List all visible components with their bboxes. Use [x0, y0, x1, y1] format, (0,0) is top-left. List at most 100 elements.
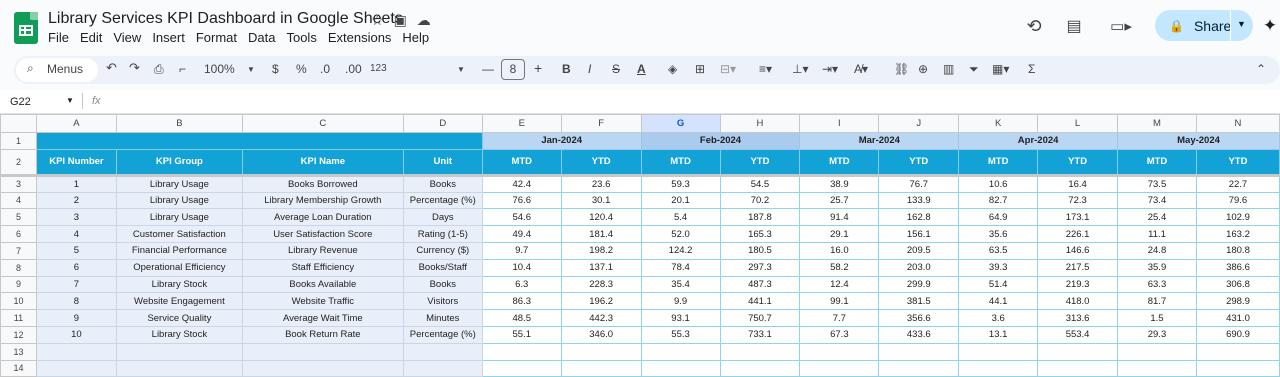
- kpi-name-cell[interactable]: Average Wait Time: [241, 309, 404, 327]
- number-format-button[interactable]: 123: [370, 63, 387, 74]
- empty-cell[interactable]: [560, 342, 642, 361]
- empty-cell[interactable]: [719, 342, 801, 361]
- value-cell[interactable]: 6.3: [481, 275, 562, 294]
- percent-format-button[interactable]: %: [296, 62, 307, 76]
- unit-cell[interactable]: Percentage (%): [402, 325, 483, 344]
- document-title[interactable]: Library Services KPI Dashboard in Google…: [48, 10, 403, 28]
- value-cell[interactable]: 73.4: [1117, 191, 1197, 210]
- kpi-group-cell[interactable]: Library Usage: [115, 191, 243, 210]
- row-header[interactable]: 13: [0, 342, 37, 361]
- unit-cell[interactable]: Minutes: [402, 309, 483, 327]
- value-cell[interactable]: 70.2: [719, 191, 801, 210]
- value-cell[interactable]: 24.8: [1117, 241, 1197, 260]
- empty-cell[interactable]: [560, 359, 642, 377]
- kpi-number-cell[interactable]: 4: [35, 225, 117, 243]
- value-cell[interactable]: 42.4: [481, 174, 562, 193]
- row-header[interactable]: 3: [0, 174, 37, 193]
- value-cell[interactable]: 180.5: [719, 241, 801, 260]
- kpi-number-cell[interactable]: 6: [35, 258, 117, 277]
- empty-cell[interactable]: [1117, 342, 1197, 361]
- value-cell[interactable]: 750.7: [719, 309, 801, 327]
- column-header-h[interactable]: H: [719, 114, 801, 133]
- kpi-name-cell[interactable]: Books Borrowed: [241, 174, 404, 193]
- value-cell[interactable]: 297.3: [719, 258, 801, 277]
- value-cell[interactable]: 91.4: [799, 208, 880, 227]
- kpi-name-cell[interactable]: Book Return Rate: [241, 325, 404, 344]
- menu-help[interactable]: Help: [402, 30, 429, 45]
- column-header-c[interactable]: C: [241, 114, 404, 133]
- value-cell[interactable]: 228.3: [560, 275, 642, 294]
- empty-cell[interactable]: [878, 359, 960, 377]
- kpi-number-cell[interactable]: 7: [35, 275, 117, 294]
- value-cell[interactable]: 9.7: [481, 241, 562, 260]
- kpi-group-cell[interactable]: Customer Satisfaction: [115, 225, 243, 243]
- share-dropdown-icon[interactable]: ▼: [1237, 19, 1246, 29]
- month-header-1[interactable]: Jan-2024: [481, 132, 642, 150]
- value-cell[interactable]: 441.1: [719, 292, 801, 311]
- column-header-f[interactable]: F: [560, 114, 642, 133]
- value-cell[interactable]: 165.3: [719, 225, 801, 243]
- row-header[interactable]: 4: [0, 191, 37, 210]
- bold-icon[interactable]: B: [562, 62, 571, 76]
- comments-icon[interactable]: ▤: [1058, 10, 1090, 42]
- kpi-name-cell[interactable]: Books Available: [241, 275, 404, 294]
- value-cell[interactable]: 54.6: [481, 208, 562, 227]
- horizontal-align-icon[interactable]: ≡▾: [759, 62, 772, 76]
- value-cell[interactable]: 23.6: [560, 174, 642, 193]
- value-cell[interactable]: 81.7: [1117, 292, 1197, 311]
- menu-view[interactable]: View: [113, 30, 141, 45]
- menu-file[interactable]: File: [48, 30, 69, 45]
- header-kpi-name[interactable]: KPI Name: [241, 148, 404, 177]
- kpi-group-cell[interactable]: Service Quality: [115, 309, 243, 327]
- unit-cell[interactable]: Percentage (%): [402, 191, 483, 210]
- empty-cell[interactable]: [1037, 342, 1119, 361]
- filter-icon[interactable]: ⏷: [969, 62, 979, 77]
- header-kpi-number[interactable]: KPI Number: [35, 148, 117, 177]
- empty-cell[interactable]: [115, 359, 243, 377]
- value-cell[interactable]: 20.1: [640, 191, 721, 210]
- value-cell[interactable]: 82.7: [958, 191, 1039, 210]
- value-cell[interactable]: 30.1: [560, 191, 642, 210]
- currency-format-button[interactable]: $: [272, 62, 279, 76]
- value-cell[interactable]: 217.5: [1037, 258, 1119, 277]
- kpi-group-cell[interactable]: Operational Efficiency: [115, 258, 243, 277]
- value-cell[interactable]: 299.9: [878, 275, 960, 294]
- month-header-5[interactable]: May-2024: [1117, 132, 1280, 150]
- row-header[interactable]: 10: [0, 292, 37, 311]
- empty-cell[interactable]: [719, 359, 801, 377]
- value-cell[interactable]: 63.5: [958, 241, 1039, 260]
- column-header-l[interactable]: L: [1037, 114, 1119, 133]
- row-header[interactable]: 5: [0, 208, 37, 227]
- empty-cell[interactable]: [640, 359, 721, 377]
- month-header-2[interactable]: Feb-2024: [640, 132, 801, 150]
- value-cell[interactable]: 72.3: [1037, 191, 1119, 210]
- row-header[interactable]: 6: [0, 225, 37, 243]
- value-cell[interactable]: 86.3: [481, 292, 562, 311]
- menu-format[interactable]: Format: [196, 30, 237, 45]
- strikethrough-icon[interactable]: S: [612, 62, 620, 76]
- column-header-d[interactable]: D: [402, 114, 483, 133]
- value-cell[interactable]: 16.4: [1037, 174, 1119, 193]
- unit-cell[interactable]: Currency ($): [402, 241, 483, 260]
- meet-icon[interactable]: ▭▸: [1100, 10, 1142, 42]
- value-cell[interactable]: 22.7: [1195, 174, 1280, 193]
- increase-decimal-button[interactable]: .00: [345, 62, 362, 76]
- insert-comment-icon[interactable]: ⊕: [918, 62, 928, 76]
- menu-insert[interactable]: Insert: [152, 30, 185, 45]
- value-cell[interactable]: 198.2: [560, 241, 642, 260]
- column-header-j[interactable]: J: [878, 114, 960, 133]
- value-cell[interactable]: 29.1: [799, 225, 880, 243]
- sheets-logo-icon[interactable]: [14, 12, 38, 44]
- vertical-align-icon[interactable]: ⊥▾: [792, 62, 808, 76]
- month-header-3[interactable]: Mar-2024: [799, 132, 960, 150]
- value-cell[interactable]: 64.9: [958, 208, 1039, 227]
- kpi-group-cell[interactable]: Library Stock: [115, 275, 243, 294]
- kpi-name-cell[interactable]: Staff Efficiency: [241, 258, 404, 277]
- value-cell[interactable]: 52.0: [640, 225, 721, 243]
- text-rotation-icon[interactable]: A̸▾: [854, 62, 868, 76]
- unit-cell[interactable]: Books/Staff: [402, 258, 483, 277]
- menu-edit[interactable]: Edit: [80, 30, 102, 45]
- insert-link-icon[interactable]: ⛓: [894, 62, 909, 76]
- value-cell[interactable]: 163.2: [1195, 225, 1280, 243]
- header-ytd[interactable]: YTD: [1037, 148, 1119, 177]
